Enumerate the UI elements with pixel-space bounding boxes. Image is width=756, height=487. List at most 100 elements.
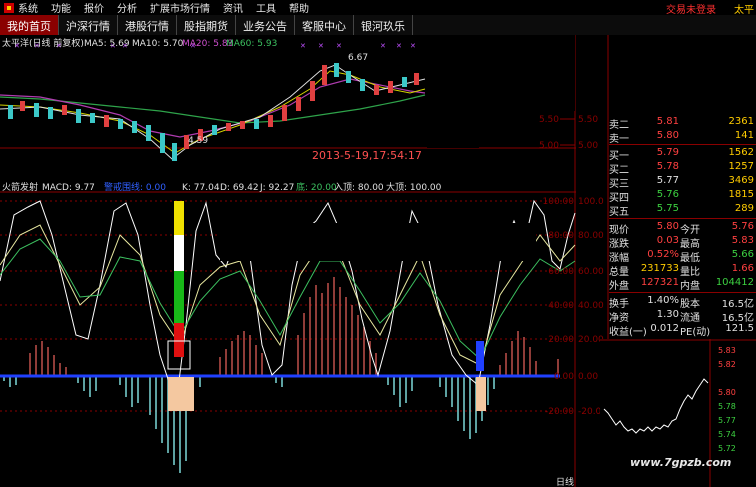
tab-bar: 我的首页 沪深行情 港股行情 股指期货 业务公告 客服中心 银河玖乐 (0, 15, 756, 35)
stat-label: 最高 (680, 239, 700, 250)
stat-value: 231733 (640, 263, 679, 274)
svg-text:✕: ✕ (318, 42, 324, 50)
menu-analysis[interactable]: 分析 (117, 0, 137, 15)
mini-tick: 5.78 (718, 402, 736, 411)
menu-tools[interactable]: 工具 (256, 0, 276, 15)
menu-bar: 系统 功能 报价 分析 扩展市场行情 资讯 工具 帮助 交易未登录 太平 (0, 0, 756, 16)
tab-futures[interactable]: 股指期货 (177, 15, 236, 35)
sell-label: 卖一 (609, 134, 629, 145)
buy-row-5[interactable]: 买五 5.75 289 (609, 203, 756, 218)
tab-service[interactable]: 客服中心 (295, 15, 354, 35)
tab-hk[interactable]: 港股行情 (118, 15, 177, 35)
extra-label: 换手 (609, 299, 629, 310)
mini-tick: 5.80 (718, 388, 736, 397)
stat-value: 0.52% (647, 249, 679, 260)
k-label: K: 77.04 (182, 183, 220, 193)
buy-row-4[interactable]: 买四 5.76 1815 (609, 189, 756, 204)
kline-title: 太平洋(日线 前复权) (2, 37, 84, 49)
menu-system[interactable]: 系统 (18, 0, 38, 15)
stat-label: 最低 (680, 253, 700, 264)
buy-price: 5.75 (656, 203, 679, 214)
buy-label: 买一 (609, 151, 629, 162)
buy-price: 5.78 (656, 161, 679, 172)
tab-home[interactable]: 我的首页 (0, 15, 59, 35)
stat-label: 量比 (680, 267, 700, 278)
entry-label: 入顶: 80.00 (334, 182, 384, 193)
ind-tick-right: 60.00 (578, 267, 604, 277)
stat-label: 涨跌 (609, 239, 629, 250)
datetime-label: 2013-5-19,17:54:17 (312, 149, 422, 162)
login-status[interactable]: 交易未登录 (666, 1, 716, 16)
stat-value: 5.80 (656, 221, 679, 232)
menu-function[interactable]: 功能 (51, 0, 71, 15)
stat-label: 今开 (680, 225, 700, 236)
ind-tick: 0.00 (554, 372, 574, 382)
stat-value: 0.03 (656, 235, 679, 246)
sell-price: 5.80 (656, 130, 679, 141)
stat-label: 外盘 (609, 281, 629, 292)
extra-label: 收益(一) (609, 327, 647, 338)
stat-value: 1.66 (731, 263, 754, 274)
menu-quote[interactable]: 报价 (84, 0, 104, 15)
low-label: 4.59 (188, 136, 208, 146)
ma5-label: MA5: 5.69 (84, 39, 130, 49)
ind-tick: 40.00 (548, 301, 574, 311)
mini-tick: 5.72 (718, 444, 736, 453)
svg-text:✕: ✕ (336, 42, 342, 50)
buy-volume: 3469 (728, 175, 754, 186)
extra-value: 121.5 (725, 323, 754, 334)
price-tick: 5.50 (578, 115, 598, 125)
mini-tick: 5.82 (718, 360, 736, 369)
price-tick: 5.50 (539, 115, 559, 125)
bottom-label: 底: 20.00 (296, 181, 337, 193)
ind-tick: 100.00 (543, 197, 575, 207)
extra-label: PE(动) (680, 327, 711, 338)
ind-tick: 60.00 (548, 267, 574, 277)
extra-value: 0.012 (650, 323, 679, 334)
menu-info[interactable]: 资讯 (223, 0, 243, 15)
buy-row-3[interactable]: 买三 5.77 3469 (609, 175, 756, 190)
menu-help[interactable]: 帮助 (289, 0, 309, 15)
sell-row-2[interactable]: 卖二 5.81 2361 (609, 116, 756, 131)
top-label: 大顶: 100.00 (386, 181, 442, 193)
tab-announce[interactable]: 业务公告 (236, 15, 295, 35)
buy-volume: 1815 (728, 189, 754, 200)
stat-value: 104412 (715, 277, 754, 288)
macd-label: MACD: 9.77 (42, 183, 95, 193)
watermark: www.7gpzb.com (630, 456, 732, 469)
mini-tick: 5.74 (718, 430, 736, 439)
sell-price: 5.81 (656, 116, 679, 127)
app-logo-icon (4, 2, 14, 13)
stat-value: 127321 (640, 277, 679, 288)
ma60-label: MA60: 5.93 (226, 39, 277, 49)
buy-volume: 289 (734, 203, 754, 214)
extra-value: 16.5亿 (721, 299, 754, 310)
buy-price: 5.76 (656, 189, 679, 200)
chart-area[interactable]: ✕ ✕ ✕ ✕ ✕ ✕ ✕ ✕ ✕ ✕ ✕ ✕ 5.50 5.00 太平洋(日线 前复权) MA… (0, 35, 576, 487)
tab-hushen[interactable]: 沪深行情 (59, 15, 118, 35)
buy-row-1[interactable]: 买一 5.79 1562 (609, 147, 756, 162)
ma10-label: MA10: 5.70 (132, 39, 184, 49)
menu-extended-market[interactable]: 扩展市场行情 (150, 0, 210, 15)
svg-text:✕: ✕ (300, 42, 306, 50)
buy-volume: 1257 (728, 161, 754, 172)
buy-label: 买三 (609, 179, 629, 190)
buy-price: 5.79 (656, 147, 679, 158)
extra-value: 16.5亿 (721, 313, 754, 324)
buy-label: 买四 (609, 193, 629, 204)
buy-row-2[interactable]: 买二 5.78 1257 (609, 161, 756, 176)
indicator-name: 火箭发射 (2, 181, 38, 193)
extra-value: 1.40% (647, 295, 679, 306)
extra-row: 收益(一) 0.012 PE(动) 121.5 (609, 323, 756, 338)
buy-price: 5.77 (656, 175, 679, 186)
ind-tick: -20.00 (545, 407, 574, 417)
ind-tick-right: 100.0 (578, 197, 604, 207)
price-tick: 5.00 (578, 141, 598, 151)
price-tick: 5.00 (539, 141, 559, 151)
sell-row-1[interactable]: 卖一 5.80 141 (609, 130, 756, 145)
svg-text:✕: ✕ (380, 42, 386, 50)
j-label: J: 92.27 (259, 183, 294, 193)
tab-yinhe[interactable]: 银河玖乐 (354, 15, 413, 35)
indicator-panel: 火箭发射 MACD: 9.77 警戒围线: 0.00 K: 77.04 D: 6… (0, 181, 576, 487)
mini-tick: 5.83 (718, 346, 736, 355)
